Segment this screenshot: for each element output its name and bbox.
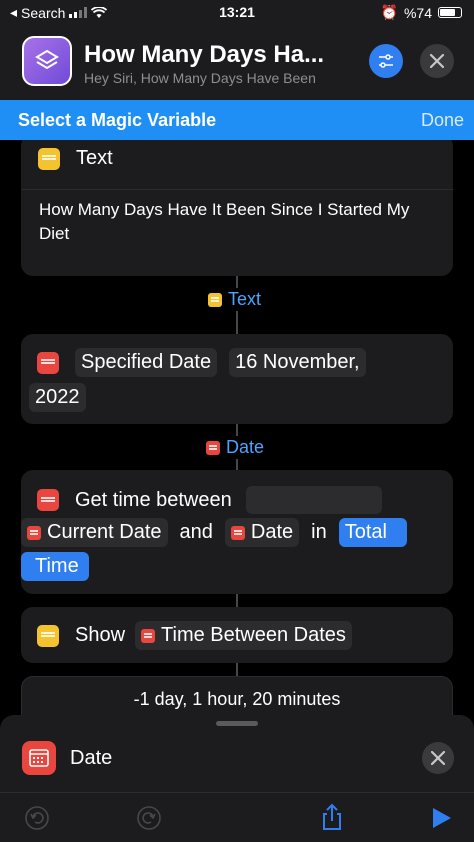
shortcuts-app-icon[interactable] [22, 36, 72, 86]
close-icon [429, 53, 445, 69]
date-variable[interactable]: Date [224, 518, 300, 547]
alarm-icon: ⏰ [380, 4, 398, 20]
specified-date-label: Specified Date [75, 348, 218, 377]
battery-icon [438, 7, 462, 18]
result-text: -1 day, 1 hour, 20 minutes [133, 689, 341, 709]
sheet-close-button[interactable] [422, 742, 454, 774]
editor-toolbar [0, 792, 474, 842]
unit-selector-continued[interactable]: Time [21, 552, 89, 581]
calendar-icon [22, 741, 56, 775]
share-icon[interactable] [320, 803, 344, 831]
divider [21, 189, 453, 190]
calendar-icon [230, 525, 245, 540]
time-between-dates-label: Time Between Dates [161, 624, 346, 646]
date-action-card[interactable]: Specified Date 16 November, 2022 [21, 334, 453, 424]
current-date-label: Current Date [47, 521, 162, 543]
text-icon [208, 292, 222, 307]
connector-line [236, 594, 238, 608]
calendar-icon [206, 440, 220, 455]
sliders-icon [379, 54, 393, 68]
redo-icon[interactable] [136, 805, 162, 831]
calendar-icon [37, 489, 59, 511]
battery-percent: %74 [403, 4, 432, 21]
text-action-body[interactable]: How Many Days Have It Been Since I Start… [39, 198, 439, 246]
show-label: Show [75, 624, 126, 646]
date-value-year[interactable]: 2022 [29, 383, 86, 412]
text-output-variable[interactable]: Text [206, 288, 264, 311]
show-action-card[interactable]: Show Time Between Dates [21, 607, 453, 663]
play-icon[interactable] [430, 807, 452, 829]
status-right: ⏰ %74 [381, 4, 462, 21]
connector-line [236, 663, 238, 677]
date-variable-label: Date [250, 521, 294, 543]
variable-detail-sheet[interactable]: Date [0, 715, 474, 792]
unit-selector[interactable]: Total [338, 518, 407, 547]
time-between-label: Get time between [75, 488, 232, 511]
sheet-grabber[interactable] [216, 721, 258, 726]
status-bar: ◂ Search 13:21 ⏰ %74 [0, 0, 474, 24]
in-label: in [311, 521, 327, 543]
settings-button[interactable] [369, 44, 403, 78]
shortcut-title[interactable]: How Many Days Ha... [84, 41, 324, 69]
close-button[interactable] [420, 44, 454, 78]
current-date-variable[interactable]: Current Date [21, 518, 168, 547]
quicklook-icon [37, 624, 59, 647]
date-output-variable[interactable]: Date [204, 436, 267, 459]
shortcut-subtitle: Hey Siri, How Many Days Have Been [84, 70, 316, 86]
close-icon [431, 751, 445, 765]
action-list[interactable]: Text How Many Days Have It Been Since I … [0, 140, 474, 715]
result-card: -1 day, 1 hour, 20 minutes [21, 676, 453, 715]
date-value[interactable]: 16 November, [229, 348, 366, 377]
time-between-action-card[interactable]: Get time between Current Date and Date i… [21, 470, 453, 594]
empty-parameter-field[interactable] [245, 486, 382, 514]
sheet-title: Date [70, 747, 113, 769]
text-output-label: Text [228, 289, 262, 309]
done-button[interactable]: Done [421, 110, 464, 131]
shortcut-header: How Many Days Ha... Hey Siri, How Many D… [0, 24, 474, 100]
undo-icon[interactable] [24, 805, 50, 831]
text-action-title: Text [76, 147, 113, 169]
text-icon [38, 147, 60, 170]
magic-variable-label: Select a Magic Variable [18, 110, 217, 130]
calendar-icon [27, 525, 41, 540]
magic-variable-bar: Select a Magic Variable Done [0, 100, 474, 140]
calendar-icon [141, 628, 156, 643]
date-output-label: Date [226, 437, 265, 457]
and-label: and [179, 521, 213, 543]
calendar-icon [37, 351, 59, 374]
time-between-dates-variable[interactable]: Time Between Dates [135, 621, 352, 650]
text-action-card[interactable]: Text How Many Days Have It Been Since I … [21, 140, 453, 276]
